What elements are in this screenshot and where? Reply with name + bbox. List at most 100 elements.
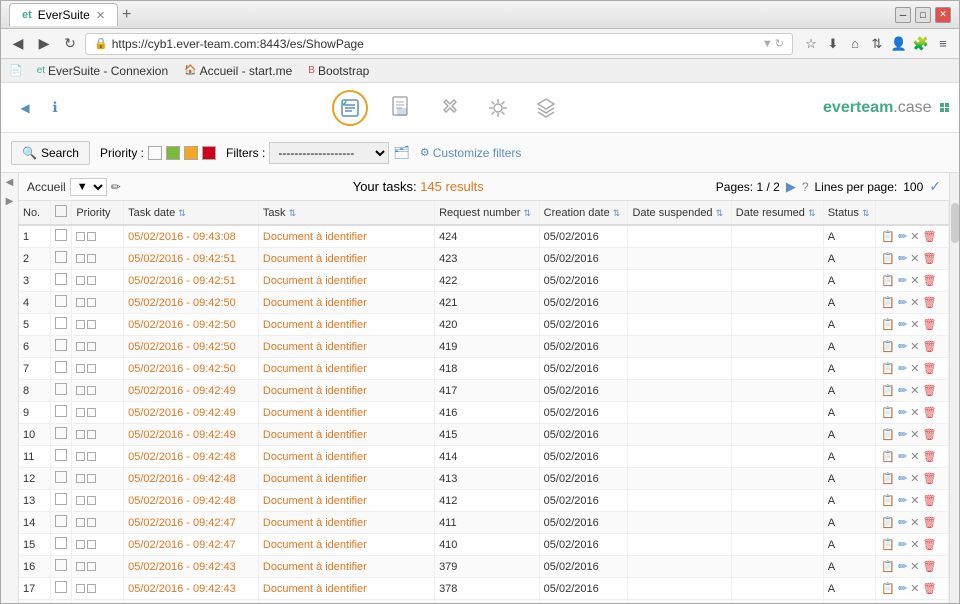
col-priority[interactable]: Priority bbox=[72, 201, 124, 225]
action-delete-icon[interactable]: 🗑 bbox=[921, 427, 937, 442]
cell-task[interactable]: Document à identifier bbox=[258, 380, 434, 402]
back-button[interactable]: ◀ bbox=[7, 33, 29, 55]
action-delete-icon[interactable]: 🗑 bbox=[921, 515, 937, 530]
action-edit-icon[interactable]: ✏ bbox=[897, 427, 908, 442]
action-edit-icon[interactable]: ✏ bbox=[897, 537, 908, 552]
action-view-icon[interactable]: 📋 bbox=[880, 449, 896, 464]
cell-task[interactable]: Document à identifier bbox=[258, 292, 434, 314]
cell-checkbox[interactable] bbox=[50, 534, 72, 556]
cell-task[interactable]: Document à identifier bbox=[258, 358, 434, 380]
info-icon[interactable]: ℹ bbox=[41, 94, 69, 122]
action-edit-icon[interactable]: ✏ bbox=[897, 449, 908, 464]
action-view-icon[interactable]: 📋 bbox=[880, 383, 896, 398]
cell-actions[interactable]: 📋 ✏ ✕ 🗑 bbox=[876, 468, 949, 490]
action-edit-icon[interactable]: ✏ bbox=[897, 317, 908, 332]
cell-task[interactable]: Document à identifier bbox=[258, 314, 434, 336]
tools-tool-icon[interactable] bbox=[436, 94, 464, 122]
action-close-icon[interactable]: ✕ bbox=[909, 383, 920, 398]
docs-tool-icon[interactable] bbox=[388, 94, 416, 122]
action-edit-icon[interactable]: ✏ bbox=[897, 295, 908, 310]
filters-dropdown[interactable]: ------------------- bbox=[269, 142, 389, 164]
action-close-icon[interactable]: ✕ bbox=[909, 427, 920, 442]
sync-icon[interactable]: ⇅ bbox=[867, 34, 887, 54]
cell-actions[interactable]: 📋 ✏ ✕ 🗑 bbox=[876, 534, 949, 556]
cell-checkbox[interactable] bbox=[50, 270, 72, 292]
bookmark-accueil[interactable]: 🏠 Accueil - start.me bbox=[180, 62, 296, 80]
action-view-icon[interactable]: 📋 bbox=[880, 295, 896, 310]
cell-checkbox[interactable] bbox=[50, 600, 72, 604]
col-date-suspended[interactable]: Date suspended ⇅ bbox=[628, 201, 731, 225]
search-button[interactable]: 🔍 Search bbox=[11, 141, 90, 165]
action-close-icon[interactable]: ✕ bbox=[909, 251, 920, 266]
scrollbar[interactable] bbox=[949, 173, 959, 603]
action-delete-icon[interactable]: 🗑 bbox=[921, 317, 937, 332]
action-delete-icon[interactable]: 🗑 bbox=[921, 493, 937, 508]
action-view-icon[interactable]: 📋 bbox=[880, 493, 896, 508]
action-close-icon[interactable]: ✕ bbox=[909, 405, 920, 420]
forward-button[interactable]: ▶ bbox=[33, 33, 55, 55]
action-view-icon[interactable]: 📋 bbox=[880, 229, 896, 244]
cell-actions[interactable]: 📋 ✏ ✕ 🗑 bbox=[876, 248, 949, 270]
action-view-icon[interactable]: 📋 bbox=[880, 317, 896, 332]
action-view-icon[interactable]: 📋 bbox=[880, 581, 896, 596]
action-close-icon[interactable]: ✕ bbox=[909, 295, 920, 310]
cell-actions[interactable]: 📋 ✏ ✕ 🗑 bbox=[876, 380, 949, 402]
action-close-icon[interactable]: ✕ bbox=[909, 471, 920, 486]
action-edit-icon[interactable]: ✏ bbox=[897, 339, 908, 354]
cell-actions[interactable]: 📋 ✏ ✕ 🗑 bbox=[876, 270, 949, 292]
col-checkbox[interactable] bbox=[50, 201, 72, 225]
col-request-number[interactable]: Request number ⇅ bbox=[435, 201, 540, 225]
cell-task[interactable]: Document à identifier bbox=[258, 578, 434, 600]
action-view-icon[interactable]: 📋 bbox=[880, 405, 896, 420]
maximize-button[interactable]: □ bbox=[915, 7, 931, 23]
action-edit-icon[interactable]: ✏ bbox=[897, 405, 908, 420]
cell-checkbox[interactable] bbox=[50, 248, 72, 270]
cell-checkbox[interactable] bbox=[50, 292, 72, 314]
action-edit-icon[interactable]: ✏ bbox=[897, 515, 908, 530]
action-view-icon[interactable]: 📋 bbox=[880, 559, 896, 574]
priority-orange[interactable] bbox=[184, 146, 198, 160]
cell-checkbox[interactable] bbox=[50, 358, 72, 380]
bookmark-eversuite[interactable]: et EverSuite - Connexion bbox=[33, 62, 172, 80]
priority-checkbox-empty[interactable] bbox=[148, 146, 162, 160]
col-task[interactable]: Task ⇅ bbox=[258, 201, 434, 225]
action-edit-icon[interactable]: ✏ bbox=[897, 229, 908, 244]
action-delete-icon[interactable]: 🗑 bbox=[921, 251, 937, 266]
cell-task[interactable]: Document à identifier bbox=[258, 336, 434, 358]
priority-red[interactable] bbox=[202, 146, 216, 160]
col-creation-date[interactable]: Creation date ⇅ bbox=[539, 201, 628, 225]
action-edit-icon[interactable]: ✏ bbox=[897, 581, 908, 596]
action-delete-icon[interactable]: 🗑 bbox=[921, 295, 937, 310]
cell-actions[interactable]: 📋 ✏ ✕ 🗑 bbox=[876, 490, 949, 512]
action-close-icon[interactable]: ✕ bbox=[909, 493, 920, 508]
cell-checkbox[interactable] bbox=[50, 490, 72, 512]
cell-checkbox[interactable] bbox=[50, 380, 72, 402]
menu-icon[interactable]: ≡ bbox=[933, 34, 953, 54]
action-delete-icon[interactable]: 🗑 bbox=[921, 339, 937, 354]
cell-task[interactable]: Document à identifier bbox=[258, 402, 434, 424]
action-edit-icon[interactable]: ✏ bbox=[897, 273, 908, 288]
cell-task[interactable]: Document à identifier bbox=[258, 446, 434, 468]
sidebar-expand-icon[interactable]: ▶ bbox=[6, 196, 14, 207]
action-delete-icon[interactable]: 🗑 bbox=[921, 383, 937, 398]
new-tab-button[interactable]: + bbox=[122, 6, 131, 24]
profile-icon[interactable]: 👤 bbox=[889, 34, 909, 54]
download-icon[interactable]: ⬇ bbox=[823, 34, 843, 54]
cell-actions[interactable]: 📋 ✏ ✕ 🗑 bbox=[876, 424, 949, 446]
cell-task[interactable]: Document à identifier bbox=[258, 225, 434, 248]
cell-task[interactable]: Document à identifier bbox=[258, 468, 434, 490]
cell-task[interactable]: Document à identifier bbox=[258, 512, 434, 534]
filter-apply-icon[interactable]: 🗂 bbox=[393, 145, 410, 161]
cell-task[interactable]: Document à identifier bbox=[258, 248, 434, 270]
layers-tool-icon[interactable] bbox=[532, 94, 560, 122]
refresh-button[interactable]: ↻ bbox=[59, 33, 81, 55]
cell-actions[interactable]: 📋 ✏ ✕ 🗑 bbox=[876, 358, 949, 380]
sidebar-collapse-icon[interactable]: ◀ bbox=[6, 177, 14, 188]
cell-actions[interactable]: 📋 ✏ ✕ 🗑 bbox=[876, 556, 949, 578]
cell-checkbox[interactable] bbox=[50, 402, 72, 424]
cell-task[interactable]: Document à identifier bbox=[258, 424, 434, 446]
action-view-icon[interactable]: 📋 bbox=[880, 273, 896, 288]
action-delete-icon[interactable]: 🗑 bbox=[921, 537, 937, 552]
action-view-icon[interactable]: 📋 bbox=[880, 361, 896, 376]
action-close-icon[interactable]: ✕ bbox=[909, 449, 920, 464]
